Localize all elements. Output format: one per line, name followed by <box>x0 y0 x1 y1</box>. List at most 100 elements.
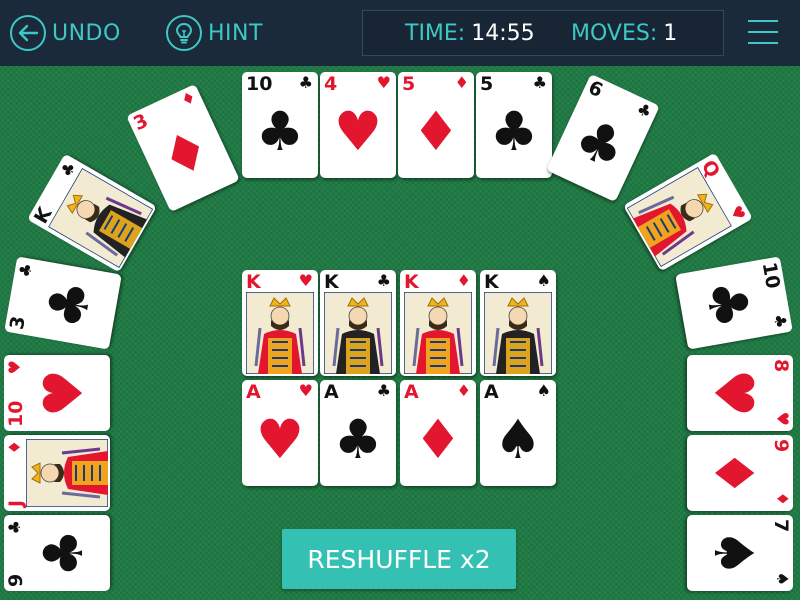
moves-value: 1 <box>663 20 678 46</box>
card-rank: K <box>404 271 419 293</box>
arc-card-jack-of-diamonds[interactable]: J ♦ <box>4 435 110 511</box>
club-small-icon: ♣ <box>5 520 24 535</box>
heart-small-icon: ♥ <box>773 411 792 426</box>
king-portrait-icon <box>324 292 392 374</box>
card-rank: 6 <box>584 76 607 103</box>
hamburger-menu-icon[interactable] <box>748 20 778 46</box>
hint-button[interactable]: HINT <box>166 13 263 53</box>
heart-suit-icon: ♥ <box>255 408 305 471</box>
time-label: TIME: <box>405 20 466 46</box>
spade-small-icon: ♠ <box>536 271 551 290</box>
time-value: 14:55 <box>471 20 535 46</box>
status-box: TIME: 14:55 MOVES: 1 <box>362 10 724 56</box>
arc-card-7-of-spades[interactable]: ♠ 7 ♠ <box>687 515 793 591</box>
card-rank: A <box>324 381 339 403</box>
club-suit-icon: ♣ <box>255 100 305 163</box>
card-rank: 8 <box>770 359 792 373</box>
arc-card-9-of-diamonds[interactable]: ♦ 9 ♦ <box>687 435 793 511</box>
card-rank: 9 <box>770 439 792 453</box>
arc-card-3-of-clubs[interactable]: ♣ 3 ♣ <box>4 256 122 350</box>
card-rank: A <box>404 381 419 403</box>
king-of-clubs-card[interactable]: K ♣ <box>320 270 396 376</box>
spade-small-icon: ♠ <box>773 571 792 586</box>
diamond-suit-icon: ♦ <box>413 408 463 471</box>
club-suit-icon: ♣ <box>564 105 636 183</box>
card-rank: J <box>5 499 27 507</box>
card-rank: 9 <box>5 573 27 587</box>
club-suit-icon: ♣ <box>333 408 383 471</box>
heart-small-icon: ♥ <box>725 202 750 225</box>
top-bar: UNDO HINT TIME: 14:55 MOVES: 1 <box>0 0 800 66</box>
diamond-small-icon: ♦ <box>454 73 469 92</box>
timer: TIME: 14:55 <box>405 21 535 46</box>
card-rank: K <box>484 271 499 293</box>
arc-card-5-of-diamonds[interactable]: ♦ 5 ♦ <box>398 72 474 178</box>
king-of-hearts-card[interactable]: K ♥ <box>242 270 318 376</box>
club-suit-icon: ♣ <box>489 100 539 163</box>
card-rank: K <box>324 271 339 293</box>
heart-suit-icon: ♥ <box>702 368 765 418</box>
queen-portrait-icon <box>626 167 732 267</box>
heart-small-icon: ♥ <box>298 381 313 400</box>
club-small-icon: ♣ <box>298 73 313 92</box>
card-rank: 5 <box>402 73 416 95</box>
club-small-icon: ♣ <box>376 381 391 400</box>
jack-portrait-icon <box>26 439 108 507</box>
diamond-suit-icon: ♦ <box>411 100 461 163</box>
heart-small-icon: ♥ <box>5 360 24 375</box>
card-rank: A <box>484 381 499 403</box>
club-small-icon: ♣ <box>532 73 547 92</box>
card-rank: 10 <box>757 260 784 291</box>
undo-arrow-icon <box>10 15 46 51</box>
undo-button[interactable]: UNDO <box>10 13 121 53</box>
move-counter: MOVES: 1 <box>571 21 677 46</box>
arc-card-8-of-hearts[interactable]: ♥ 8 ♥ <box>687 355 793 431</box>
club-small-icon: ♣ <box>769 312 791 330</box>
card-rank: 3 <box>130 109 152 136</box>
hint-label: HINT <box>208 20 263 46</box>
lightbulb-icon <box>166 15 202 51</box>
arc-card-queen-of-hearts[interactable]: Q ♥ <box>623 152 753 272</box>
club-small-icon: ♣ <box>15 261 37 279</box>
moves-label: MOVES: <box>571 20 658 46</box>
diamond-small-icon: ♦ <box>773 491 792 506</box>
king-of-diamonds-card[interactable]: K ♦ <box>400 270 476 376</box>
reshuffle-button[interactable]: RESHUFFLE x2 <box>282 529 516 589</box>
arc-card-6-of-clubs[interactable]: ♣ 6 ♣ <box>546 73 660 203</box>
card-rank: 4 <box>324 73 338 95</box>
card-rank: K <box>246 271 261 293</box>
spade-suit-icon: ♠ <box>493 408 543 471</box>
arc-card-3-of-diamonds[interactable]: ♦ 3 ♦ <box>126 83 240 213</box>
heart-suit-icon: ♥ <box>32 368 95 418</box>
arc-card-9-of-clubs[interactable]: ♣ 9 ♣ <box>4 515 110 591</box>
club-suit-icon: ♣ <box>32 528 95 578</box>
heart-small-icon: ♥ <box>376 73 391 92</box>
king-portrait-icon <box>484 292 552 374</box>
club-small-icon: ♣ <box>633 98 655 123</box>
spade-small-icon: ♠ <box>536 381 551 400</box>
card-rank: 5 <box>480 73 494 95</box>
undo-label: UNDO <box>52 20 121 46</box>
ace-of-diamonds-foundation[interactable]: ♦ A ♦ <box>400 380 476 486</box>
arc-card-5-of-clubs[interactable]: ♣ 5 ♣ <box>476 72 552 178</box>
king-of-spades-card[interactable]: K ♠ <box>480 270 556 376</box>
card-rank: 3 <box>5 314 30 332</box>
arc-card-10-of-hearts[interactable]: ♥ 10 ♥ <box>4 355 110 431</box>
king-portrait-icon <box>404 292 472 374</box>
ace-of-spades-foundation[interactable]: ♠ A ♠ <box>480 380 556 486</box>
card-rank: A <box>246 381 261 403</box>
arc-card-king-of-clubs[interactable]: K ♣ <box>27 153 157 273</box>
diamond-small-icon: ♦ <box>177 86 199 111</box>
diamond-small-icon: ♦ <box>456 271 471 290</box>
king-portrait-icon <box>246 292 314 374</box>
diamond-suit-icon: ♦ <box>150 115 221 193</box>
spade-suit-icon: ♠ <box>702 528 765 578</box>
ace-of-hearts-foundation[interactable]: ♥ A ♥ <box>242 380 318 486</box>
arc-card-4-of-hearts[interactable]: ♥ 4 ♥ <box>320 72 396 178</box>
arc-card-10-of-clubs[interactable]: ♣ 10 ♣ <box>675 256 793 350</box>
ace-of-clubs-foundation[interactable]: ♣ A ♣ <box>320 380 396 486</box>
king-portrait-icon <box>48 168 154 268</box>
arc-card-10-of-clubs[interactable]: ♣ 10 ♣ <box>242 72 318 178</box>
club-suit-icon: ♣ <box>34 274 105 334</box>
club-suit-icon: ♣ <box>692 274 763 334</box>
